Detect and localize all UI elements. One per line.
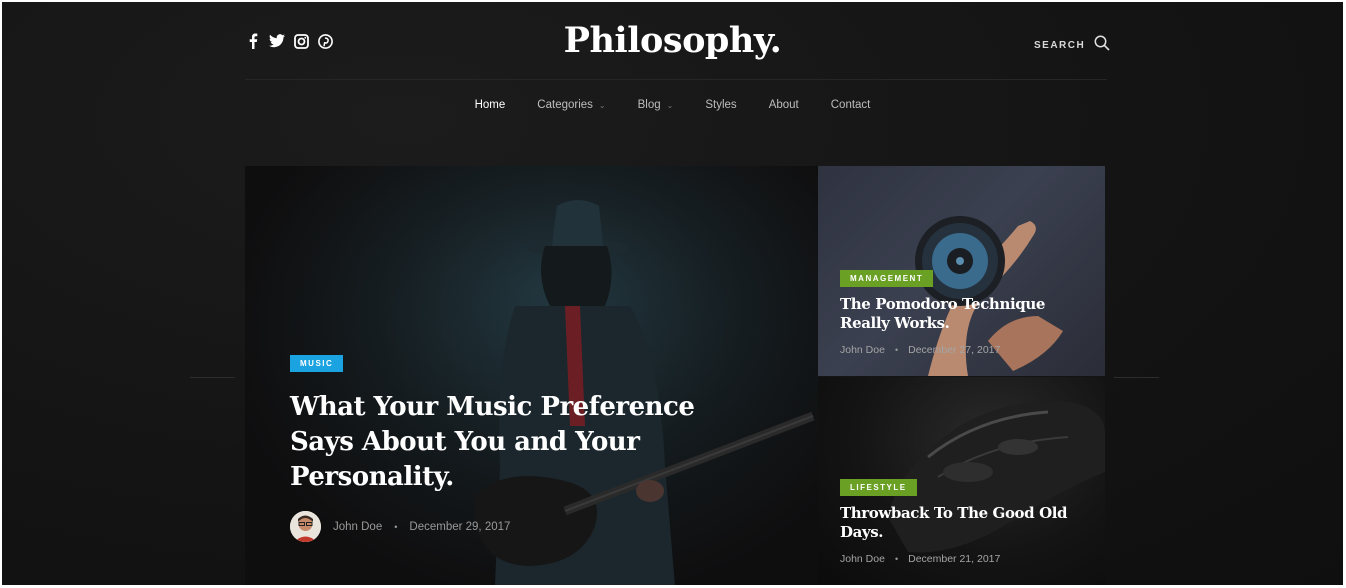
post-title[interactable]: The Pomodoro Technique Really Works. bbox=[840, 295, 1080, 333]
meta-separator: • bbox=[894, 345, 899, 355]
chevron-down-icon: ⌄ bbox=[598, 100, 606, 110]
category-tag[interactable]: LIFESTYLE bbox=[840, 479, 917, 496]
main-nav: Home Categories ⌄ Blog ⌄ Styles About Co… bbox=[2, 99, 1343, 111]
nav-item-home[interactable]: Home bbox=[475, 99, 506, 111]
post-author[interactable]: John Doe bbox=[333, 521, 382, 533]
featured-title[interactable]: What Your Music Preference Says About Yo… bbox=[290, 390, 710, 495]
post-meta: John Doe • December 21, 2017 bbox=[840, 553, 1000, 565]
search-icon bbox=[1094, 35, 1110, 56]
nav-item-contact[interactable]: Contact bbox=[831, 99, 871, 111]
post-date: December 29, 2017 bbox=[409, 520, 511, 533]
nav-item-label: Categories bbox=[537, 99, 593, 111]
meta-separator: • bbox=[894, 554, 899, 564]
chevron-down-icon: ⌄ bbox=[666, 100, 674, 110]
nav-item-blog[interactable]: Blog ⌄ bbox=[638, 99, 674, 111]
nav-item-categories[interactable]: Categories ⌄ bbox=[537, 99, 605, 111]
featured-post[interactable]: MUSIC What Your Music Preference Says Ab… bbox=[245, 166, 818, 585]
nav-item-about[interactable]: About bbox=[769, 99, 799, 111]
post-title[interactable]: Throwback To The Good Old Days. bbox=[840, 504, 1080, 542]
nav-item-label: Contact bbox=[830, 99, 871, 111]
post-date: December 21, 2017 bbox=[908, 553, 1001, 565]
category-tag[interactable]: MANAGEMENT bbox=[840, 270, 934, 287]
post-meta: John Doe • December 27, 2017 bbox=[840, 344, 1000, 356]
post-author[interactable]: John Doe bbox=[840, 344, 885, 356]
nav-item-styles[interactable]: Styles bbox=[705, 99, 736, 111]
search-label: SEARCH bbox=[1034, 40, 1086, 51]
side-post[interactable]: LIFESTYLE Throwback To The Good Old Days… bbox=[818, 377, 1105, 585]
meta-separator: • bbox=[394, 521, 398, 532]
avatar bbox=[290, 511, 321, 542]
category-tag[interactable]: MUSIC bbox=[290, 355, 344, 372]
post-author[interactable]: John Doe bbox=[840, 553, 885, 565]
side-post[interactable]: MANAGEMENT The Pomodoro Technique Really… bbox=[818, 166, 1105, 376]
header-divider bbox=[245, 79, 1107, 80]
nav-item-label: Home bbox=[474, 99, 506, 111]
nav-item-label: Styles bbox=[705, 99, 737, 111]
page-frame: Philosophy. SEARCH Home Categories ⌄ Blo… bbox=[2, 2, 1343, 585]
site-logo[interactable]: Philosophy. bbox=[2, 20, 1343, 61]
decorative-rule-left bbox=[190, 377, 235, 378]
nav-item-label: About bbox=[768, 99, 799, 111]
post-date: December 27, 2017 bbox=[908, 344, 1001, 356]
post-meta: John Doe • December 29, 2017 bbox=[290, 511, 510, 542]
nav-item-label: Blog bbox=[637, 99, 661, 111]
search-toggle[interactable]: SEARCH bbox=[1034, 35, 1110, 56]
decorative-rule-right bbox=[1114, 377, 1159, 378]
